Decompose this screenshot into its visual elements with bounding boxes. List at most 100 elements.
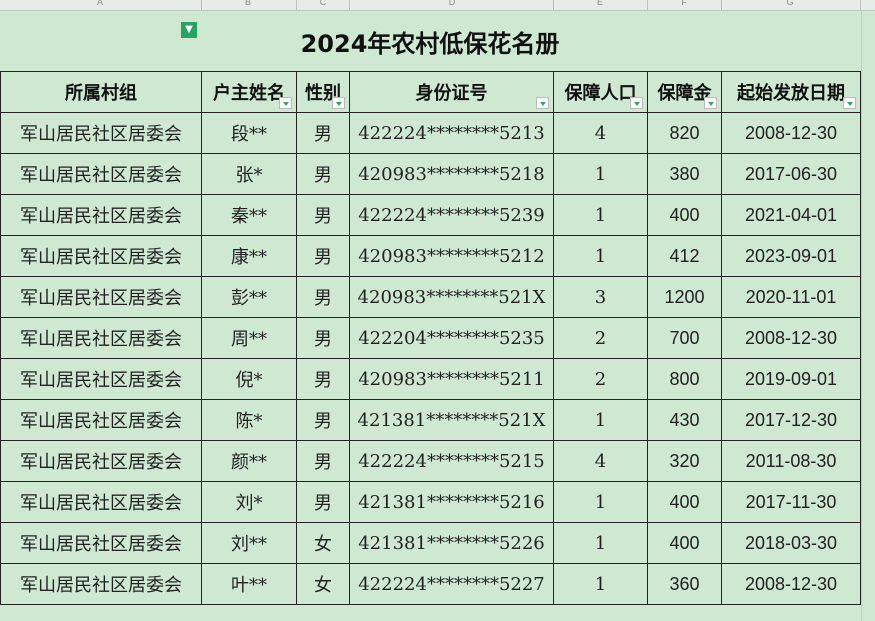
dropdown-arrow-icon[interactable] xyxy=(630,97,643,109)
cell-start-date[interactable]: 2021-04-01 xyxy=(721,194,861,236)
cell-people[interactable]: 1 xyxy=(553,399,648,441)
cell-amount[interactable]: 430 xyxy=(647,399,722,441)
cell-village[interactable]: 军山居民社区居委会 xyxy=(0,194,202,236)
cell-village[interactable]: 军山居民社区居委会 xyxy=(0,276,202,318)
cell-id[interactable]: 422224********5227 xyxy=(349,563,554,605)
cell-gender[interactable]: 男 xyxy=(296,317,350,359)
cell-people[interactable]: 1 xyxy=(553,194,648,236)
dropdown-arrow-icon[interactable] xyxy=(536,97,549,109)
sheet-title[interactable]: 2024年农村低保花名册 xyxy=(0,11,860,71)
cell-amount[interactable]: 400 xyxy=(647,481,722,523)
cell-name[interactable]: 刘* xyxy=(201,481,297,523)
cell-people[interactable]: 3 xyxy=(553,276,648,318)
cell-name[interactable]: 陈* xyxy=(201,399,297,441)
cell-name[interactable]: 周** xyxy=(201,317,297,359)
cell-gender[interactable]: 男 xyxy=(296,112,350,154)
header-people[interactable]: 保障人口 xyxy=(553,71,648,113)
cell-amount[interactable]: 700 xyxy=(647,317,722,359)
cell-id[interactable]: 421381********5216 xyxy=(349,481,554,523)
header-name[interactable]: 户主姓名 xyxy=(201,71,297,113)
cell-name[interactable]: 张* xyxy=(201,153,297,195)
cell-name[interactable]: 彭** xyxy=(201,276,297,318)
cell-start-date[interactable]: 2008-12-30 xyxy=(721,563,861,605)
cell-village[interactable]: 军山居民社区居委会 xyxy=(0,317,202,359)
cell-start-date[interactable]: 2017-11-30 xyxy=(721,481,861,523)
cell-id[interactable]: 420983********5212 xyxy=(349,235,554,277)
column-letter-e[interactable]: E xyxy=(592,0,608,7)
cell-village[interactable]: 军山居民社区居委会 xyxy=(0,481,202,523)
cell-village[interactable]: 军山居民社区居委会 xyxy=(0,563,202,605)
cell-name[interactable]: 秦** xyxy=(201,194,297,236)
cell-gender[interactable]: 男 xyxy=(296,194,350,236)
cell-name[interactable]: 段** xyxy=(201,112,297,154)
cell-village[interactable]: 军山居民社区居委会 xyxy=(0,235,202,277)
cell-gender[interactable]: 男 xyxy=(296,153,350,195)
cell-village[interactable]: 军山居民社区居委会 xyxy=(0,112,202,154)
cell-amount[interactable]: 400 xyxy=(647,522,722,564)
cell-gender[interactable]: 男 xyxy=(296,276,350,318)
cell-people[interactable]: 1 xyxy=(553,481,648,523)
cell-name[interactable]: 颜** xyxy=(201,440,297,482)
cell-id[interactable]: 421381********521X xyxy=(349,399,554,441)
cell-people[interactable]: 1 xyxy=(553,153,648,195)
header-amount[interactable]: 保障金 xyxy=(647,71,722,113)
cell-village[interactable]: 军山居民社区居委会 xyxy=(0,153,202,195)
cell-start-date[interactable]: 2017-06-30 xyxy=(721,153,861,195)
cell-id[interactable]: 422224********5215 xyxy=(349,440,554,482)
cell-amount[interactable]: 820 xyxy=(647,112,722,154)
column-letter-f[interactable]: F xyxy=(676,0,692,7)
cell-start-date[interactable]: 2008-12-30 xyxy=(721,317,861,359)
dropdown-arrow-icon[interactable] xyxy=(704,97,717,109)
cell-people[interactable]: 1 xyxy=(553,522,648,564)
cell-id[interactable]: 422224********5239 xyxy=(349,194,554,236)
cell-people[interactable]: 4 xyxy=(553,112,648,154)
cell-people[interactable]: 1 xyxy=(553,235,648,277)
cell-gender[interactable]: 男 xyxy=(296,358,350,400)
cell-start-date[interactable]: 2023-09-01 xyxy=(721,235,861,277)
filter-active-icon[interactable]: ▼ xyxy=(181,22,197,38)
cell-people[interactable]: 2 xyxy=(553,317,648,359)
cell-gender[interactable]: 男 xyxy=(296,399,350,441)
cell-gender[interactable]: 女 xyxy=(296,522,350,564)
dropdown-arrow-icon[interactable] xyxy=(332,97,345,109)
cell-gender[interactable]: 男 xyxy=(296,440,350,482)
column-letter-a[interactable]: A xyxy=(92,0,108,7)
cell-id[interactable]: 420983********5211 xyxy=(349,358,554,400)
cell-start-date[interactable]: 2020-11-01 xyxy=(721,276,861,318)
cell-village[interactable]: 军山居民社区居委会 xyxy=(0,522,202,564)
cell-name[interactable]: 刘** xyxy=(201,522,297,564)
cell-name[interactable]: 康** xyxy=(201,235,297,277)
cell-village[interactable]: 军山居民社区居委会 xyxy=(0,399,202,441)
cell-amount[interactable]: 400 xyxy=(647,194,722,236)
header-gender[interactable]: 性别 xyxy=(296,71,350,113)
dropdown-arrow-icon[interactable] xyxy=(279,97,292,109)
column-letter-c[interactable]: C xyxy=(315,0,331,7)
cell-start-date[interactable]: 2018-03-30 xyxy=(721,522,861,564)
header-village[interactable]: 所属村组 xyxy=(0,71,202,113)
cell-amount[interactable]: 380 xyxy=(647,153,722,195)
cell-name[interactable]: 叶** xyxy=(201,563,297,605)
cell-gender[interactable]: 男 xyxy=(296,235,350,277)
cell-id[interactable]: 422224********5213 xyxy=(349,112,554,154)
cell-start-date[interactable]: 2017-12-30 xyxy=(721,399,861,441)
header-id[interactable]: 身份证号 xyxy=(349,71,554,113)
cell-start-date[interactable]: 2011-08-30 xyxy=(721,440,861,482)
cell-amount[interactable]: 1200 xyxy=(647,276,722,318)
cell-id[interactable]: 420983********521X xyxy=(349,276,554,318)
cell-id[interactable]: 421381********5226 xyxy=(349,522,554,564)
header-start-date[interactable]: 起始发放日期 xyxy=(721,71,861,113)
cell-gender[interactable]: 男 xyxy=(296,481,350,523)
cell-people[interactable]: 4 xyxy=(553,440,648,482)
cell-start-date[interactable]: 2019-09-01 xyxy=(721,358,861,400)
cell-name[interactable]: 倪* xyxy=(201,358,297,400)
column-letter-g[interactable]: G xyxy=(782,0,798,7)
cell-gender[interactable]: 女 xyxy=(296,563,350,605)
column-letter-b[interactable]: B xyxy=(240,0,256,7)
cell-people[interactable]: 2 xyxy=(553,358,648,400)
empty-column-area[interactable] xyxy=(860,11,875,621)
cell-village[interactable]: 军山居民社区居委会 xyxy=(0,440,202,482)
cell-amount[interactable]: 800 xyxy=(647,358,722,400)
cell-amount[interactable]: 320 xyxy=(647,440,722,482)
dropdown-arrow-icon[interactable] xyxy=(843,97,856,109)
cell-people[interactable]: 1 xyxy=(553,563,648,605)
